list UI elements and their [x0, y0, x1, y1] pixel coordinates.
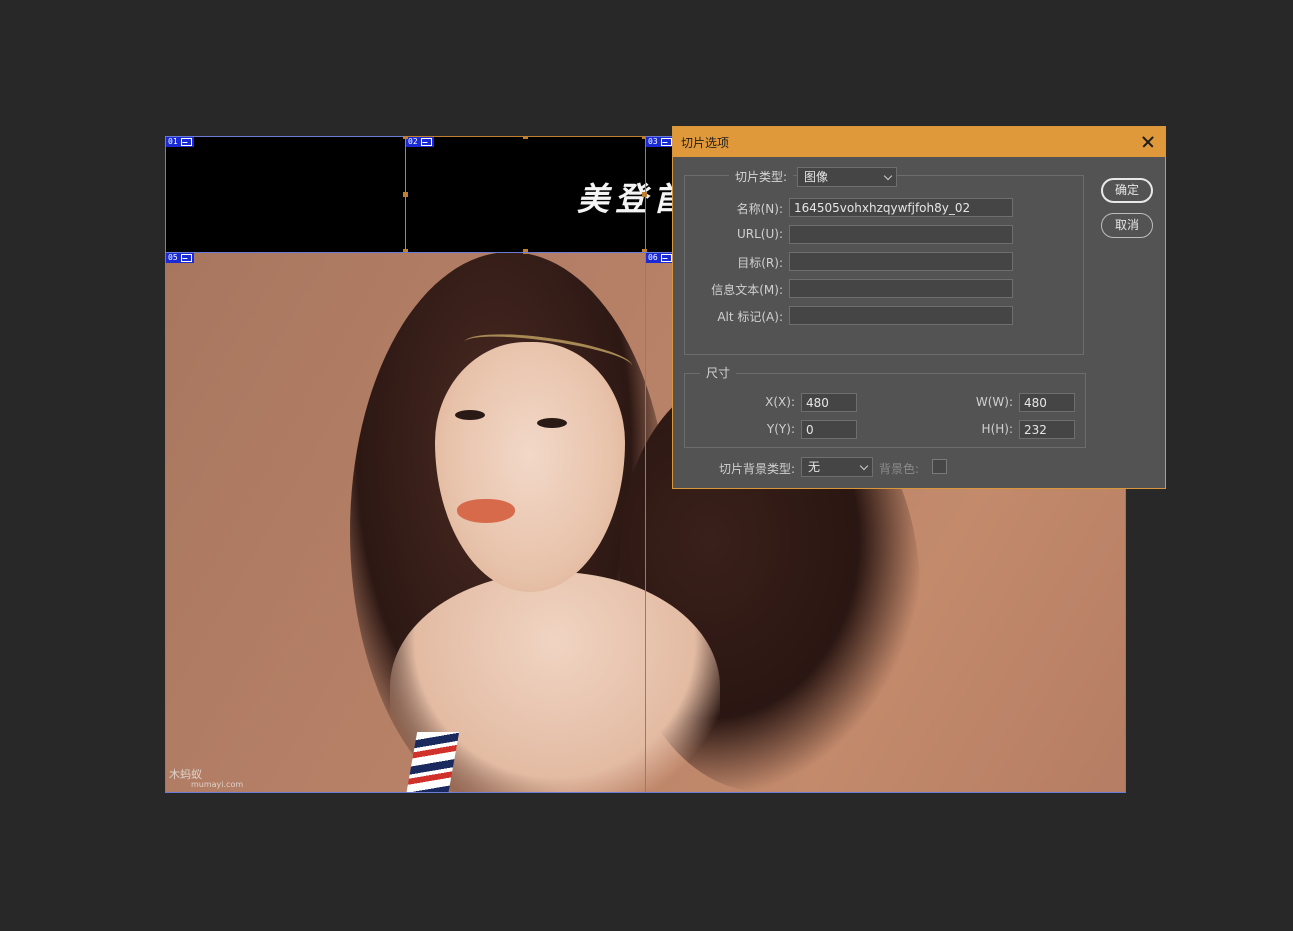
alt-tag-field[interactable]	[789, 306, 1013, 325]
bg-type-label: 切片背景类型:	[718, 462, 795, 476]
image-slice-icon	[180, 254, 192, 262]
dimensions-legend-text: 尺寸	[706, 366, 731, 380]
url-field[interactable]	[789, 225, 1013, 244]
slice-tag-05: 05	[166, 253, 194, 263]
slice-number: 03	[648, 137, 658, 146]
chevron-down-icon	[859, 461, 869, 471]
slice-number: 01	[168, 137, 178, 146]
slice-02[interactable]: 02	[403, 136, 647, 254]
ok-button[interactable]: 确定	[1101, 178, 1153, 203]
target-field[interactable]	[789, 252, 1013, 271]
dimensions-legend: 尺寸	[700, 364, 737, 381]
y-field[interactable]	[801, 420, 857, 439]
slice-tag-02: 02	[406, 137, 434, 147]
bg-type-select[interactable]: 无	[801, 457, 873, 477]
dialog-title: 切片选项	[681, 135, 730, 150]
image-slice-icon	[660, 254, 672, 262]
slice-number: 02	[408, 137, 418, 146]
image-slice-icon	[420, 138, 432, 146]
w-label: W(W):	[975, 395, 1013, 409]
close-icon[interactable]	[1137, 131, 1159, 153]
bg-type-value: 无	[808, 460, 821, 474]
slice-type-value: 图像	[804, 170, 829, 184]
slice-tag-06: 06	[646, 253, 674, 263]
name-field[interactable]	[789, 198, 1013, 217]
slice-handle[interactable]	[523, 136, 528, 139]
slice-tag-03: 03	[646, 137, 674, 147]
slice-type-label: 切片类型:	[735, 170, 788, 184]
h-label: H(H):	[981, 422, 1013, 436]
y-label: Y(Y):	[766, 422, 795, 436]
h-field[interactable]	[1019, 420, 1075, 439]
x-label: X(X):	[765, 395, 795, 409]
alt-tag-label: Alt 标记(A):	[717, 310, 783, 324]
url-label: URL(U):	[737, 227, 783, 241]
image-slice-icon	[180, 138, 192, 146]
cancel-button[interactable]: 取消	[1101, 213, 1153, 238]
message-text-label: 信息文本(M):	[711, 283, 783, 297]
w-field[interactable]	[1019, 393, 1075, 412]
name-label: 名称(N):	[736, 202, 783, 216]
slice-01[interactable]: 01	[165, 136, 406, 253]
slice-number: 05	[168, 253, 178, 262]
bg-color-label: 背景色:	[879, 462, 920, 476]
slice-number: 06	[648, 253, 658, 262]
slice-handle[interactable]	[403, 192, 408, 197]
target-label: 目标(R):	[737, 256, 783, 270]
slice-handle[interactable]	[403, 136, 408, 139]
x-field[interactable]	[801, 393, 857, 412]
dialog-titlebar[interactable]: 切片选项	[673, 127, 1165, 157]
slice-type-select[interactable]: 图像	[797, 167, 897, 187]
slice-options-dialog: 切片选项 切片类型: 图像 名称(N): URL(U): 目标(R): 信息文本…	[672, 126, 1166, 489]
image-slice-icon	[660, 138, 672, 146]
slice-05[interactable]: 05	[165, 252, 646, 793]
slice-tag-01: 01	[166, 137, 194, 147]
message-text-field[interactable]	[789, 279, 1013, 298]
chevron-down-icon	[883, 171, 893, 181]
bg-color-swatch[interactable]	[932, 459, 947, 474]
slice-type-legend: 切片类型:	[729, 168, 794, 185]
